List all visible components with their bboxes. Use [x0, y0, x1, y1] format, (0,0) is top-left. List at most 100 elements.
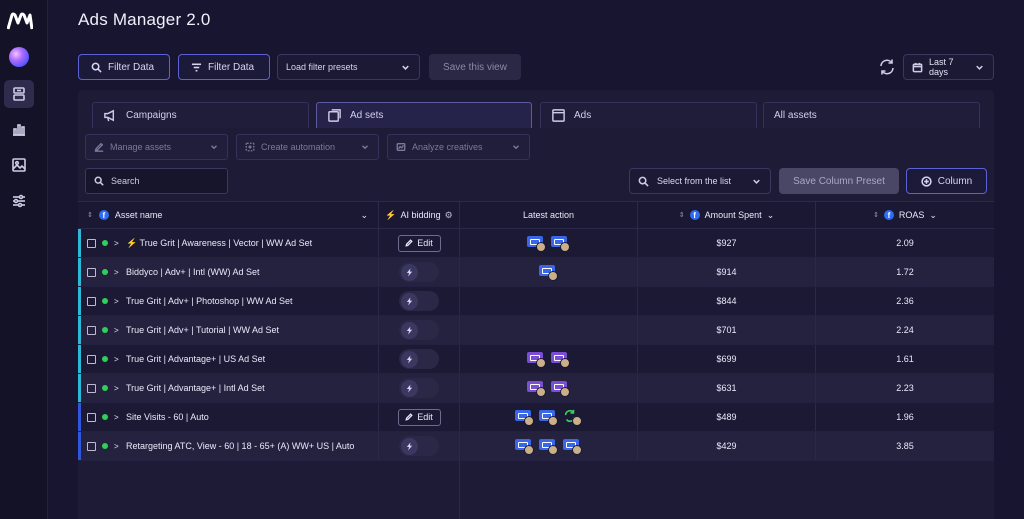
header-label: Amount Spent [704, 210, 762, 220]
chevron-down-icon [211, 145, 217, 150]
table-row[interactable]: > Retargeting ATC, View - 60 | 18 - 65+ … [78, 432, 994, 461]
expand-chevron-icon[interactable]: > [114, 326, 120, 335]
latest-action-icon[interactable] [538, 264, 559, 281]
ai-bidding-toggle[interactable] [399, 378, 439, 398]
ai-bidding-toggle[interactable] [399, 320, 439, 340]
nav-analytics-icon[interactable] [4, 115, 34, 143]
asset-name[interactable]: Site Visits - 60 | Auto [126, 412, 209, 422]
latest-action-icon[interactable] [526, 235, 547, 252]
header-asset-name[interactable]: ⇕ f Asset name ⌄ [78, 202, 379, 228]
latest-action-icon[interactable] [550, 235, 571, 252]
expand-chevron-icon[interactable]: > [114, 442, 120, 451]
latest-action-icon[interactable] [538, 409, 559, 426]
asset-name[interactable]: Biddyco | Adv+ | Intl (WW) Ad Set [126, 267, 259, 277]
chevron-down-icon[interactable]: ⌄ [360, 210, 368, 221]
header-roas[interactable]: ⇕ f ROAS ⌄ [816, 202, 994, 228]
row-checkbox[interactable] [87, 441, 96, 451]
save-column-preset-button[interactable]: Save Column Preset [779, 168, 899, 194]
table-row[interactable]: > Site Visits - 60 | Auto Edit $489 1.96 [78, 403, 994, 432]
tab-campaigns[interactable]: Campaigns [92, 102, 309, 128]
expand-chevron-icon[interactable]: > [114, 384, 120, 393]
tab-ads[interactable]: Ads [540, 102, 757, 128]
refresh-icon[interactable] [878, 58, 896, 76]
asset-name[interactable]: True Grit | Adv+ | Tutorial | WW Ad Set [126, 325, 279, 335]
latest-action-cell [460, 403, 638, 431]
row-checkbox[interactable] [87, 412, 96, 422]
ai-bidding-cell [379, 345, 460, 373]
ai-bidding-toggle[interactable] [399, 262, 439, 282]
create-automation-dropdown[interactable]: Create automation [236, 134, 379, 160]
amount-spent-cell: $701 [638, 316, 816, 344]
user-avatar [559, 241, 570, 252]
tab-ad-sets[interactable]: Ad sets [316, 102, 532, 128]
status-active-dot [102, 240, 108, 246]
table-row[interactable]: > True Grit | Advantage+ | US Ad Set $69… [78, 345, 994, 374]
row-checkbox[interactable] [87, 267, 96, 277]
expand-chevron-icon[interactable]: > [114, 239, 120, 248]
latest-action-icon[interactable] [538, 438, 559, 455]
lightning-icon: ⚡ [385, 209, 397, 220]
lightning-icon [401, 292, 418, 310]
manage-assets-dropdown[interactable]: Manage assets [85, 134, 228, 160]
asset-name-cell: > True Grit | Advantage+ | Intl Ad Set [78, 374, 379, 402]
row-status-bar [78, 432, 81, 460]
asset-name[interactable]: True Grit | Adv+ | Photoshop | WW Ad Set [126, 296, 293, 306]
amount-spent-cell: $489 [638, 403, 816, 431]
select-from-list-dropdown[interactable]: Select from the list [629, 168, 771, 194]
expand-chevron-icon[interactable]: > [114, 297, 120, 306]
header-amount-spent[interactable]: ⇕ f Amount Spent ⌄ [638, 202, 816, 228]
expand-chevron-icon[interactable]: > [114, 413, 120, 422]
asset-name[interactable]: Retargeting ATC, View - 60 | 18 - 65+ (A… [126, 441, 354, 451]
asset-name[interactable]: ⚡ True Grit | Awareness | Vector | WW Ad… [126, 238, 312, 249]
latest-action-refresh-icon[interactable] [563, 409, 583, 426]
tab-all-assets[interactable]: All assets [763, 102, 980, 128]
table-row[interactable]: > True Grit | Adv+ | Tutorial | WW Ad Se… [78, 316, 994, 345]
save-this-view-button[interactable]: Save this view [429, 54, 521, 80]
latest-action-icon[interactable] [514, 438, 535, 455]
row-status-bar [78, 287, 81, 315]
search-field[interactable]: Search [85, 168, 228, 194]
row-checkbox[interactable] [87, 383, 96, 393]
expand-chevron-icon[interactable]: > [114, 268, 120, 277]
nav-ads-manager-icon[interactable] [4, 80, 34, 108]
asset-name[interactable]: True Grit | Advantage+ | Intl Ad Set [126, 383, 265, 393]
asset-name[interactable]: True Grit | Advantage+ | US Ad Set [126, 354, 265, 364]
gear-icon[interactable]: ⚙ [445, 210, 453, 221]
row-checkbox[interactable] [87, 296, 96, 306]
ai-bidding-toggle[interactable] [399, 436, 439, 456]
edit-bidding-button[interactable]: Edit [397, 234, 441, 252]
table-row[interactable]: > Biddyco | Adv+ | Intl (WW) Ad Set $914… [78, 258, 994, 287]
ai-bidding-toggle[interactable] [399, 349, 439, 369]
date-range-select[interactable]: Last 7 days [903, 54, 994, 80]
facebook-icon: f [883, 210, 894, 220]
user-avatar [523, 444, 534, 455]
latest-action-icon[interactable] [562, 438, 583, 455]
row-status-bar [78, 229, 81, 257]
filter-data-search-button[interactable]: Filter Data [78, 54, 170, 80]
table-row[interactable]: > ⚡ True Grit | Awareness | Vector | WW … [78, 229, 994, 258]
analyze-creatives-dropdown[interactable]: Analyze creatives [387, 134, 530, 160]
latest-action-icon[interactable] [526, 380, 547, 397]
edit-bidding-button[interactable]: Edit [397, 408, 441, 426]
app-logo-icon[interactable] [7, 12, 33, 30]
ai-assistant-orb-icon[interactable] [9, 47, 29, 67]
expand-chevron-icon[interactable]: > [114, 355, 120, 364]
filter-data-button[interactable]: Filter Data [178, 54, 270, 80]
row-checkbox[interactable] [87, 238, 96, 248]
latest-action-icon[interactable] [550, 351, 571, 368]
load-filter-presets-select[interactable]: Load filter presets [277, 54, 420, 80]
edit-label: Edit [417, 412, 433, 422]
table-row[interactable]: > True Grit | Advantage+ | Intl Ad Set $… [78, 374, 994, 403]
nav-settings-sliders-icon[interactable] [4, 187, 34, 215]
ai-bidding-toggle[interactable] [399, 291, 439, 311]
row-checkbox[interactable] [87, 325, 96, 335]
latest-action-icon[interactable] [514, 409, 535, 426]
row-checkbox[interactable] [87, 354, 96, 364]
latest-action-icon[interactable] [550, 380, 571, 397]
header-ai-bidding[interactable]: ⚡ AI bidding ⚙ [379, 202, 460, 228]
add-column-button[interactable]: Column [906, 168, 987, 194]
status-active-dot [102, 298, 108, 304]
table-row[interactable]: > True Grit | Adv+ | Photoshop | WW Ad S… [78, 287, 994, 316]
latest-action-icon[interactable] [526, 351, 547, 368]
nav-creatives-image-icon[interactable] [4, 151, 34, 179]
